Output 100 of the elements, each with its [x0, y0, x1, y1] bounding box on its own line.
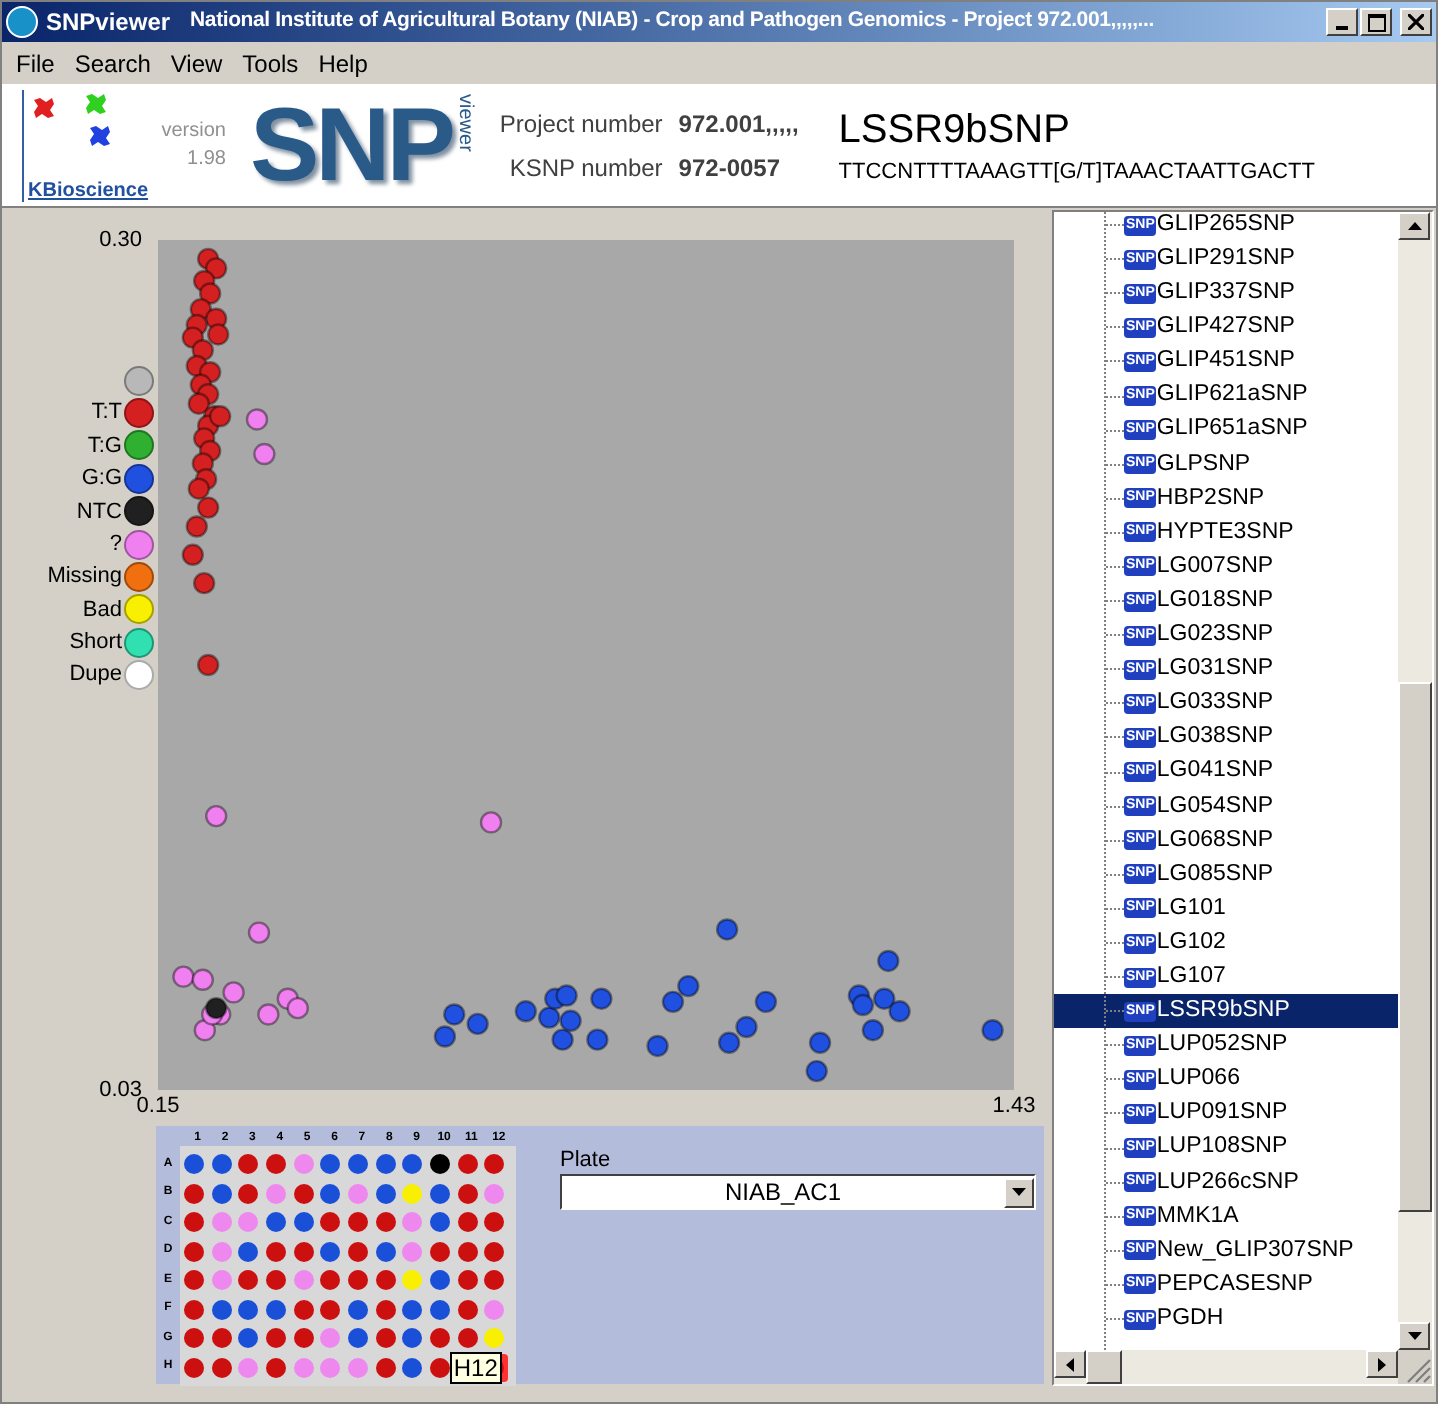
data-point	[555, 984, 578, 1007]
snp-name: LG018SNP	[1156, 585, 1274, 616]
snp-name: GLIP265SNP	[1156, 212, 1295, 240]
dropdown-button[interactable]	[1004, 1177, 1034, 1207]
data-point	[185, 515, 208, 538]
data-point	[677, 974, 700, 998]
snp-sequence: TTCCNTTTTAAAGTT[G/T]TAAACTAATTGACTT	[838, 157, 1315, 187]
data-point	[433, 1025, 457, 1048]
menu-item[interactable]: Help	[308, 46, 378, 82]
data-point	[586, 1028, 609, 1051]
viewer-logo-text: viewer	[452, 93, 476, 151]
data-point	[222, 981, 245, 1004]
data-point	[172, 965, 195, 988]
caret-icon	[1012, 1188, 1026, 1196]
data-point	[181, 543, 204, 566]
data-point	[559, 1009, 582, 1032]
size-grip-icon[interactable]	[1398, 1350, 1432, 1384]
menu-item[interactable]: File	[6, 46, 65, 82]
legend-label: Bad	[82, 595, 122, 626]
y-axis-tick-label: 0.30	[99, 228, 142, 252]
maximize-icon	[1367, 13, 1385, 31]
legend-label: Dupe	[69, 660, 122, 691]
vertical-scrollbar[interactable]	[1398, 212, 1432, 1350]
snp-name: HBP2SNP	[1156, 483, 1265, 514]
plate-dropdown[interactable]: NIAB_AC1	[560, 1174, 1036, 1210]
data-point	[466, 1012, 489, 1036]
data-point	[888, 1000, 911, 1023]
snp-name: GLIP291SNP	[1156, 244, 1295, 275]
data-point	[877, 949, 900, 973]
snp-logo: SNP	[250, 93, 452, 197]
snp-name: GLIP427SNP	[1156, 312, 1295, 343]
snp-name: LG031SNP	[1156, 654, 1274, 685]
data-point	[590, 987, 613, 1010]
snp-name: LUP066	[1156, 1064, 1240, 1095]
scroll-down-button[interactable]	[1398, 1322, 1430, 1350]
version-number: 1.98	[187, 145, 226, 173]
snp-name: GLPSNP	[1156, 449, 1251, 480]
data-point	[192, 571, 216, 595]
snp-name: LUP108SNP	[1156, 1132, 1288, 1163]
plate-label: Plate	[560, 1146, 613, 1174]
snp-name: LG101	[1156, 893, 1226, 924]
data-point	[851, 993, 875, 1017]
snp-name: LUP052SNP	[1156, 1030, 1288, 1061]
snp-name: HYPTE3SNP	[1156, 517, 1294, 548]
app-icon	[6, 6, 38, 38]
data-point	[715, 918, 739, 941]
data-point	[808, 1031, 832, 1054]
minimize-button[interactable]	[1326, 8, 1358, 36]
window-title: National Institute of Agricultural Botany (NIAB) - Crop and Pathogen Genomics - Project 972.001,,,,,...	[190, 6, 1154, 37]
maximize-button[interactable]	[1360, 8, 1392, 36]
snp-name: LUP266cSNP	[1156, 1167, 1299, 1198]
data-point	[247, 921, 271, 944]
x-axis-tick-label: 1.43	[992, 1094, 1036, 1118]
scroll-thumb[interactable]	[1086, 1350, 1122, 1384]
snp-name: LUP091SNP	[1156, 1098, 1288, 1129]
snp-name: LG068SNP	[1156, 825, 1274, 856]
data-point	[981, 1019, 1004, 1042]
legend-label: T:G	[87, 431, 122, 462]
left-arrow-icon	[1066, 1357, 1074, 1371]
ksnp-label: KSNP number	[509, 151, 663, 185]
data-point	[661, 990, 685, 1014]
x-axis-tick-label: 0.15	[136, 1094, 180, 1118]
snp-name: LG023SNP	[1156, 620, 1274, 651]
snp-name: GLIP451SNP	[1156, 346, 1295, 377]
right-arrow-icon	[1378, 1357, 1386, 1371]
menu-item[interactable]: Tools	[232, 46, 309, 82]
menu-item[interactable]: View	[160, 46, 233, 82]
data-point	[205, 804, 228, 828]
menu-item[interactable]: Search	[64, 46, 161, 82]
legend-label: Short	[69, 628, 122, 659]
snp-name: LG007SNP	[1156, 551, 1274, 582]
snp-name: PGDH	[1156, 1303, 1224, 1334]
data-point	[551, 1028, 574, 1051]
data-point	[207, 323, 230, 346]
well-tooltip: H12	[449, 1351, 502, 1383]
project-label: Project number	[499, 107, 663, 141]
legend-label: NTC	[76, 497, 122, 528]
data-point	[538, 1006, 561, 1029]
scroll-thumb[interactable]	[1398, 682, 1432, 1212]
snp-name: LG033SNP	[1156, 688, 1274, 719]
snp-name: LG054SNP	[1156, 791, 1274, 822]
data-point	[735, 1015, 758, 1039]
up-arrow-icon	[1407, 222, 1421, 230]
company-name: KBioscience	[28, 181, 146, 201]
snp-name: PEPCASESNP	[1156, 1269, 1313, 1300]
horizontal-scrollbar[interactable]	[1054, 1350, 1398, 1384]
legend-label: G:G	[81, 464, 122, 495]
data-point	[805, 1059, 828, 1083]
data-point	[205, 996, 228, 1020]
legend-label: Missing	[47, 562, 122, 593]
data-point	[443, 1003, 466, 1026]
close-button[interactable]	[1400, 8, 1432, 36]
scroll-up-button[interactable]	[1398, 212, 1430, 240]
snp-name: LG041SNP	[1156, 756, 1274, 787]
scroll-left-button[interactable]	[1054, 1350, 1086, 1378]
ksnp-number: 972-0057	[678, 151, 783, 185]
data-point	[646, 1034, 669, 1058]
data-point	[196, 653, 220, 677]
scroll-right-button[interactable]	[1366, 1350, 1398, 1378]
data-point	[257, 1003, 280, 1026]
